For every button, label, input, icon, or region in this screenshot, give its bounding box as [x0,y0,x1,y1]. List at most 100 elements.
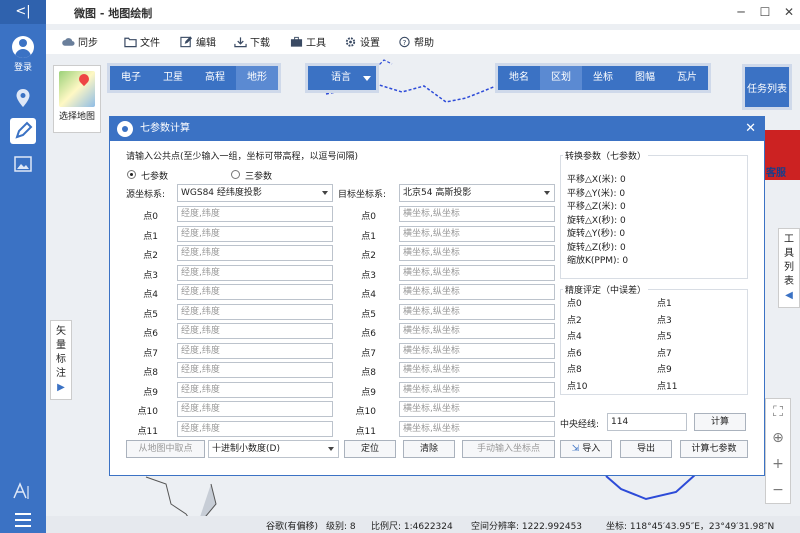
radio-three-param[interactable] [231,170,240,179]
locate-me-icon[interactable]: ⊕ [766,425,790,451]
login-button[interactable]: 登录 [0,36,46,73]
target-point-input[interactable]: 横坐标,纵坐标 [399,401,555,417]
source-point-input[interactable]: 经度,纬度 [177,342,333,359]
target-point-input[interactable]: 横坐标,纵坐标 [399,303,555,320]
tab-districts[interactable]: 区划 [540,66,582,90]
source-point-input[interactable]: 经度,纬度 [177,284,333,300]
sync-button[interactable]: 同步 [62,34,98,49]
target-point-input[interactable]: 横坐标,纵坐标 [399,420,555,437]
source-point-input[interactable]: 经度,纬度 [177,401,333,417]
draw-tool-button[interactable] [0,118,46,144]
pick-from-map-button[interactable]: 从地图中取点 [126,440,205,458]
target-point-input[interactable]: 横坐标,纵坐标 [399,225,555,242]
fullscreen-icon[interactable]: ⛶ [766,399,790,425]
maximize-icon[interactable]: ☐ [756,3,774,21]
zoom-in-icon[interactable]: + [766,451,790,477]
status-resolution: 空间分辨率: 1222.992453 [471,522,583,532]
target-point-input[interactable]: 横坐标,纵坐标 [399,342,555,359]
tab-elevation[interactable]: 高程 [194,66,236,90]
dialog-logo-icon [117,121,133,137]
tab-place-names[interactable]: 地名 [498,66,540,90]
tab-map-sheets[interactable]: 图幅 [624,66,666,90]
location-pin-icon[interactable] [0,88,46,111]
collapse-sidebar-icon[interactable]: <| [0,0,46,24]
manual-input-button[interactable]: 手动输入坐标点 [462,440,555,458]
minimize-icon[interactable]: ─ [732,3,750,21]
customer-service-label[interactable]: 客服 [766,164,786,179]
param-line: 平移△Y(米): 0 [567,188,626,199]
source-point-input[interactable]: 经度,纬度 [177,225,333,242]
source-crs-select[interactable]: WGS84 经纬度投影 [177,184,333,202]
source-point-input[interactable]: 经度,纬度 [177,420,333,437]
target-point-input[interactable]: 横坐标,纵坐标 [399,362,555,378]
source-point-label: 点0 [143,212,158,222]
tab-satellite[interactable]: 卫星 [152,66,194,90]
tab-electronic[interactable]: 电子 [110,66,152,90]
tab-coordinates[interactable]: 坐标 [582,66,624,90]
download-button[interactable]: 下载 [234,34,270,49]
target-crs-select[interactable]: 北京54 高斯投影 [399,184,555,202]
target-point-input[interactable]: 横坐标,纵坐标 [399,381,555,398]
accuracy-point: 点7 [657,348,672,359]
settings-button[interactable]: 设置 [344,34,380,49]
source-crs-value: WGS84 经纬度投影 [181,188,262,198]
source-point-input[interactable]: 经度,纬度 [177,206,333,222]
import-button[interactable]: ⇲ 导入 [560,440,612,458]
tab-terrain[interactable]: 地形 [236,66,278,90]
source-point-input[interactable]: 经度,纬度 [177,362,333,378]
target-crs-value: 北京54 高斯投影 [403,188,472,198]
map-chooser-button[interactable]: 选择地图 [53,65,101,133]
calculate-seven-params-button[interactable]: 计算七参数 [680,440,748,458]
tools-button[interactable]: 工具 [290,34,326,49]
number-format-select[interactable]: 十进制小数度(D) [208,440,339,458]
radio-three-param-label[interactable]: 三参数 [245,169,272,182]
edit-label: 编辑 [196,38,216,49]
locate-button[interactable]: 定位 [344,440,396,458]
target-point-input[interactable]: 横坐标,纵坐标 [399,245,555,261]
source-point-input[interactable]: 经度,纬度 [177,245,333,261]
source-point-input[interactable]: 经度,纬度 [177,381,333,398]
target-point-input[interactable]: 横坐标,纵坐标 [399,284,555,300]
radio-seven-param-label[interactable]: 七参数 [141,169,168,182]
help-button[interactable]: ? 帮助 [398,34,434,49]
chevron-right-icon: ▶ [57,382,65,393]
tab-tiles[interactable]: 瓦片 [666,66,708,90]
source-point-input[interactable]: 经度,纬度 [177,264,333,281]
target-point-label: 点2 [361,251,376,261]
task-list-button[interactable]: 任务列表 [742,64,792,110]
status-provider: 谷歌(有偏移) [266,522,319,532]
map-zoom-panel: ⛶ ⊕ + − [765,398,791,504]
status-coordinates: 坐标: 118°45′43.95″E，23°49′31.98″N [606,522,775,532]
central-meridian-input[interactable]: 114 [607,413,687,431]
target-point-input[interactable]: 横坐标,纵坐标 [399,323,555,339]
vector-annotation-panel-toggle[interactable]: 矢量标注 ▶ [50,320,72,400]
source-point-label: 点5 [143,309,158,320]
target-point-label: 点11 [355,426,376,437]
target-point-input[interactable]: 横坐标,纵坐标 [399,264,555,281]
accuracy-point: 点9 [657,365,672,375]
language-dropdown[interactable]: 语言 [305,63,379,93]
source-point-label: 点9 [143,387,158,398]
source-point-input[interactable]: 经度,纬度 [177,323,333,339]
close-window-icon[interactable]: ✕ [780,3,798,21]
target-point-input[interactable]: 横坐标,纵坐标 [399,206,555,222]
clear-button[interactable]: 清除 [403,440,455,458]
number-format-value: 十进制小数度(D) [212,444,280,454]
edit-button[interactable]: 编辑 [180,34,216,49]
dialog-close-icon[interactable]: ✕ [745,117,756,141]
menu-icon[interactable] [0,512,46,531]
export-button[interactable]: 导出 [620,440,672,458]
calculate-button[interactable]: 计算 [694,413,746,431]
import-label: 导入 [582,444,601,454]
radio-seven-param[interactable] [127,170,136,179]
image-icon[interactable] [0,156,46,175]
zoom-out-icon[interactable]: − [766,477,790,503]
source-point-input[interactable]: 经度,纬度 [177,303,333,320]
file-button[interactable]: 文件 [124,34,160,49]
tools-list-panel-toggle[interactable]: 工具列表 ◀ [778,228,800,308]
font-tool-icon[interactable] [0,482,46,503]
accuracy-point: 点0 [567,299,582,309]
language-label: 语言 [331,72,351,83]
download-label: 下载 [250,38,270,49]
accuracy-point: 点5 [657,332,672,342]
